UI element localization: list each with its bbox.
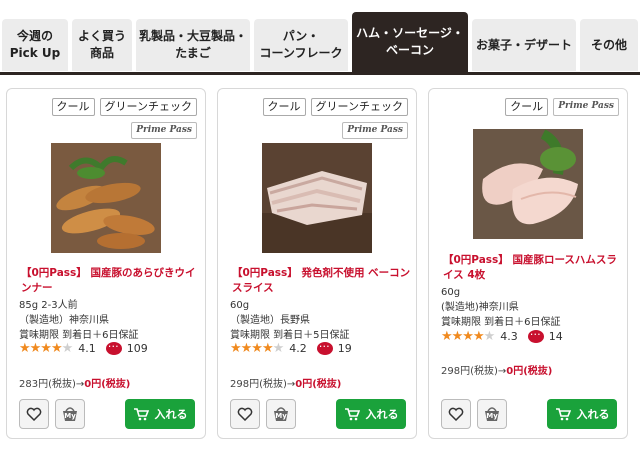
rating[interactable]: ★★★★★ 4.2 19 xyxy=(230,337,352,356)
category-tabs: 今週の Pick Up よく買う 商品 乳製品・大豆製品・ たまご パン・ コー… xyxy=(0,0,640,75)
product-image[interactable] xyxy=(473,129,583,239)
product-weight: 60g xyxy=(230,300,250,311)
price-zero: 0円(税抜) xyxy=(84,379,131,390)
rating[interactable]: ★★★★★ 4.3 14 xyxy=(441,325,563,344)
review-bubble-icon xyxy=(527,325,544,343)
tab-other[interactable]: その他 xyxy=(580,19,638,71)
cart-icon xyxy=(133,408,149,421)
add-to-cart-button[interactable]: 入れる xyxy=(547,399,617,429)
cart-icon xyxy=(344,408,360,421)
price-base: 298円(税抜)→ xyxy=(441,366,507,377)
price-base: 298円(税抜)→ xyxy=(230,379,296,390)
tag-green-check: グリーンチェック xyxy=(99,98,197,116)
star-rating-icon: ★★★★★ xyxy=(441,329,495,344)
my-label: My xyxy=(486,412,498,420)
add-to-cart-button[interactable]: 入れる xyxy=(336,399,406,429)
rating-value: 4.1 xyxy=(78,342,96,355)
add-to-cart-label: 入れる xyxy=(154,408,188,421)
tab-bread[interactable]: パン・ コーンフレーク xyxy=(254,19,348,71)
tag-cool: クール xyxy=(51,98,95,116)
my-label: My xyxy=(275,412,287,420)
product-title[interactable]: 【0円Pass】 国産豚のあらびきウインナー xyxy=(21,266,201,296)
product-origin: （製造地）神奈川県 xyxy=(19,315,109,326)
product-title[interactable]: 【0円Pass】 発色剤不使用 ベーコンスライス xyxy=(232,266,412,296)
prime-pass-badge: Prime Pass xyxy=(342,122,408,139)
my-list-button[interactable]: My xyxy=(266,399,296,429)
product-weight: 60g xyxy=(441,287,461,298)
product-card[interactable]: クール グリーンチェック Prime Pass 【0円Pass】 発色剤不使用 … xyxy=(217,88,417,439)
add-to-cart-button[interactable]: 入れる xyxy=(125,399,195,429)
rating-value: 4.3 xyxy=(500,330,518,343)
prime-pass-badge: Prime Pass xyxy=(553,98,619,116)
favorite-button[interactable] xyxy=(230,399,260,429)
review-bubble-icon xyxy=(105,337,122,355)
tag-list: クール グリーンチェック xyxy=(262,98,408,116)
product-title[interactable]: 【0円Pass】 国産豚ロースハムスライス 4枚 xyxy=(443,253,623,283)
review-count: 14 xyxy=(548,330,563,343)
add-to-cart-label: 入れる xyxy=(576,408,610,421)
favorite-button[interactable] xyxy=(19,399,49,429)
review-bubble-icon xyxy=(316,337,333,355)
product-weight: 85g 2-3人前 xyxy=(19,300,78,311)
review-count: 19 xyxy=(337,342,352,355)
heart-icon xyxy=(26,407,42,421)
product-card[interactable]: クール Prime Pass 【0円Pass】 国産豚ロースハムスライス 4枚 … xyxy=(428,88,628,439)
product-card[interactable]: クール グリーンチェック Prime Pass 【0円Pass】 国産豚のあらび… xyxy=(6,88,206,439)
heart-icon xyxy=(237,407,253,421)
price-zero: 0円(税抜) xyxy=(506,366,553,377)
price: 283円(税抜)→0円(税抜) xyxy=(19,375,130,390)
tag-green-check: グリーンチェック xyxy=(310,98,408,116)
price: 298円(税抜)→0円(税抜) xyxy=(230,375,341,390)
my-label: My xyxy=(64,412,76,420)
product-expiry: 賞味期限 到着日＋6日保証 xyxy=(441,317,561,328)
price-base: 283円(税抜)→ xyxy=(19,379,85,390)
product-origin: （製造地）長野県 xyxy=(230,315,310,326)
tag-cool: クール xyxy=(505,98,549,116)
add-to-cart-label: 入れる xyxy=(365,408,399,421)
tag-list: クール グリーンチェック xyxy=(51,98,197,116)
tab-ham-sausage-bacon[interactable]: ハム・ソーセージ・ ベーコン xyxy=(352,12,468,72)
my-list-button[interactable]: My xyxy=(477,399,507,429)
tag-list: クール Prime Pass xyxy=(505,98,619,116)
product-image[interactable] xyxy=(51,143,161,253)
star-rating-icon: ★★★★★ xyxy=(19,341,73,356)
cart-icon xyxy=(555,408,571,421)
star-rating-icon: ★★★★★ xyxy=(230,341,284,356)
heart-icon xyxy=(448,407,464,421)
tab-frequent[interactable]: よく買う 商品 xyxy=(72,19,132,71)
review-count: 109 xyxy=(126,342,148,355)
prime-pass-badge: Prime Pass xyxy=(131,122,197,139)
rating-value: 4.2 xyxy=(289,342,307,355)
my-list-button[interactable]: My xyxy=(55,399,85,429)
product-image[interactable] xyxy=(262,143,372,253)
price: 298円(税抜)→0円(税抜) xyxy=(441,362,552,377)
tab-sweets[interactable]: お菓子・デザート xyxy=(472,19,576,71)
favorite-button[interactable] xyxy=(441,399,471,429)
tab-dairy[interactable]: 乳製品・大豆製品・ たまご xyxy=(136,19,250,71)
rating[interactable]: ★★★★★ 4.1 109 xyxy=(19,337,148,356)
product-origin: (製造地)神奈川県 xyxy=(441,302,519,313)
tag-cool: クール xyxy=(262,98,306,116)
price-zero: 0円(税抜) xyxy=(295,379,342,390)
tab-underline xyxy=(0,72,640,75)
tab-pickup[interactable]: 今週の Pick Up xyxy=(2,19,68,71)
